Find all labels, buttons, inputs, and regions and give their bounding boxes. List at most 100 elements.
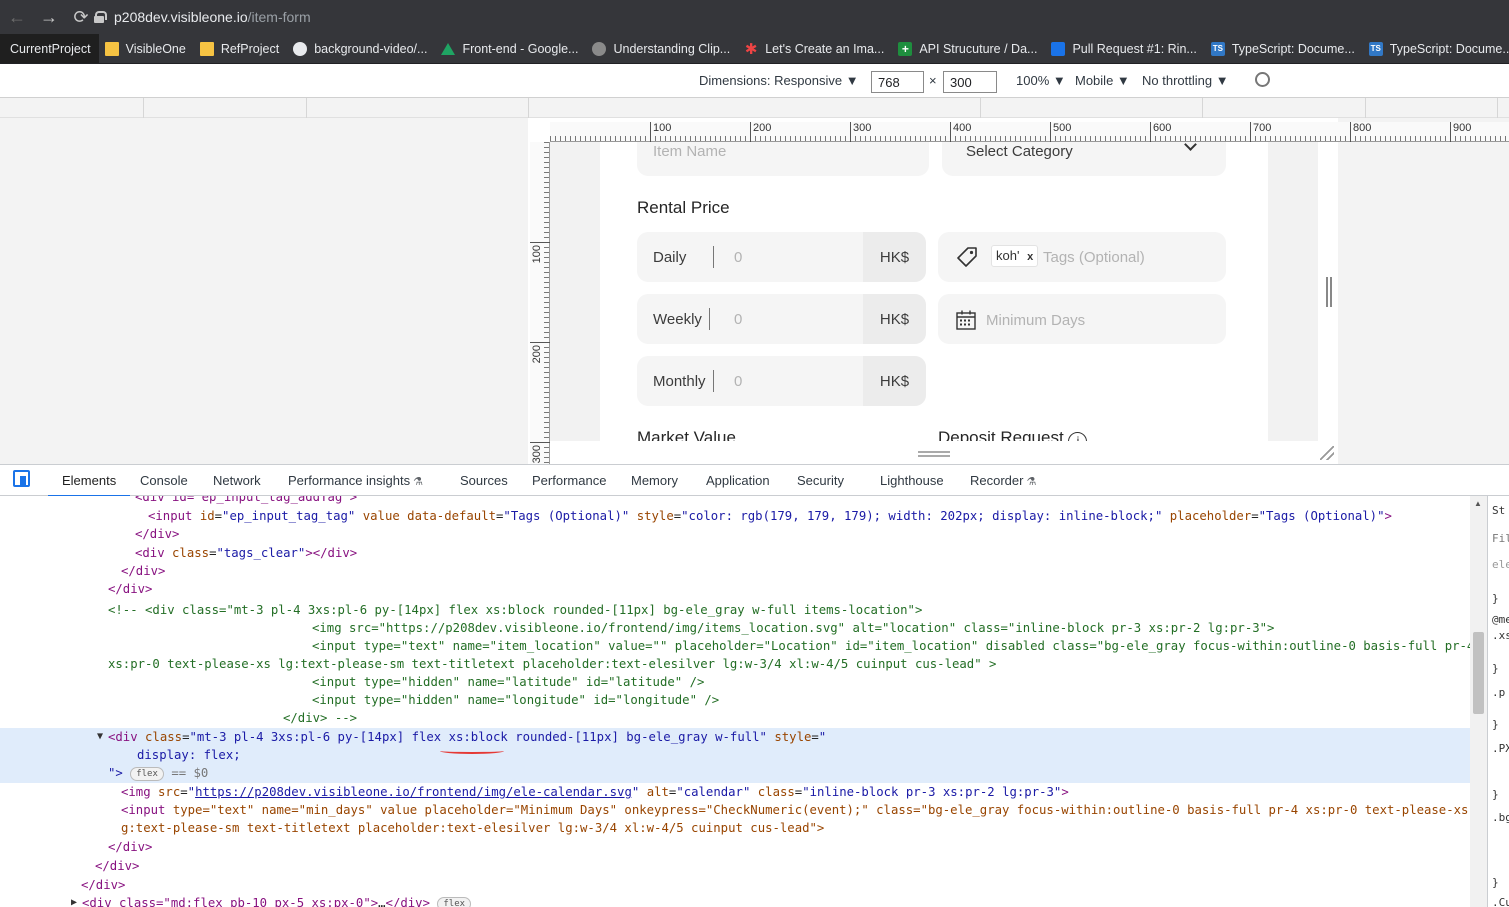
bookmark-item[interactable]: CurrentProject [0,34,99,63]
plus-icon: + [898,41,913,56]
daily-price-field[interactable]: Daily 0 HK$ [637,232,926,282]
tags-field[interactable]: koh' x Tags (Optional) [938,232,1226,282]
device-select[interactable]: Mobile ▼ [1075,73,1130,88]
bookmark-item[interactable]: + API Strucuture / Da... [892,34,1045,63]
throttling-select[interactable]: No throttling ▼ [1142,73,1229,88]
code-line[interactable]: <input id="ep_input_tag_tag" value data-… [148,507,1392,525]
code-comment[interactable]: <!-- <div class="mt-3 pl-4 3xs:pl-6 py-[… [108,601,922,619]
zoom-select[interactable]: 100% ▼ [1016,73,1066,88]
width-input[interactable]: 768 [871,71,924,93]
tab-elements[interactable]: Elements [47,473,131,497]
selected-code-line[interactable]: <div class="mt-3 pl-4 3xs:pl-6 py-[14px]… [108,728,826,746]
ruler-tick: 500 [1050,122,1071,142]
viewport-scrollbar[interactable] [1326,277,1332,307]
item-name-input[interactable]: Item Name [637,142,929,176]
resize-handle-bottom[interactable] [918,451,950,457]
daily-price-input[interactable]: 0 [734,249,742,266]
minimum-days-input[interactable]: Minimum Days [986,312,1085,329]
code-line[interactable]: <div class="md:flex pb-10 px-5 xs:px-0">… [82,894,472,907]
tab-console[interactable]: Console [140,473,188,488]
code-comment[interactable]: <input type="hidden" name="longitude" id… [312,691,719,709]
media-segment[interactable] [528,98,529,118]
chevron-down-icon [1184,142,1197,151]
monthly-price-input[interactable]: 0 [734,373,742,390]
elements-tree: <div id="ep_input_tag_addTag"> <input id… [0,496,1470,907]
code-line[interactable]: </div> [135,525,179,543]
expand-triangle-icon[interactable]: ▶ [71,894,77,907]
tag-chip[interactable]: koh' x [991,245,1039,267]
image-src-link[interactable]: https://p208dev.visibleone.io/frontend/i… [195,785,632,799]
info-icon[interactable]: i [1068,432,1088,441]
bookmark-item[interactable]: TS TypeScript: Docume... [1363,34,1509,63]
url-field[interactable]: p208dev.visibleone.io/item-form [88,4,1509,30]
media-segment[interactable] [306,98,307,118]
rotate-icon[interactable] [1255,72,1270,87]
bookmark-item[interactable]: background-video/... [287,34,435,63]
code-line[interactable]: </div> [108,580,152,598]
tab-sources[interactable]: Sources [460,473,508,488]
code-comment[interactable]: <input type="text" name="item_location" … [312,637,1470,655]
media-segment[interactable] [1365,98,1366,118]
market-value-heading: Market Value [637,428,736,441]
scrollbar-thumb[interactable] [1473,632,1484,714]
code-line[interactable]: </div> [81,876,125,894]
elements-scrollbar[interactable]: ▲ [1470,496,1487,907]
code-comment[interactable]: </div> --> [283,709,357,727]
code-line[interactable]: </div> [108,838,152,856]
code-line[interactable]: <input type="text" name="min_days" value… [121,801,1470,819]
code-line[interactable]: </div> [121,562,165,580]
media-segment[interactable] [143,98,144,118]
ruler-tick: 700 [1250,122,1271,142]
weekly-price-input[interactable]: 0 [734,311,742,328]
ts-icon: TS [1368,41,1383,56]
device-toggle-icon[interactable] [13,470,30,487]
remove-tag-icon[interactable]: x [1027,251,1033,263]
globe-icon [592,41,607,56]
scroll-up-icon[interactable]: ▲ [1474,499,1482,508]
bookmark-item[interactable]: TS TypeScript: Docume... [1205,34,1363,63]
code-line[interactable]: </div> [95,857,139,875]
tab-recorder[interactable]: Recorder ⚗ [970,473,1036,488]
code-line[interactable]: <div class="tags_clear"></div> [135,544,357,562]
code-line[interactable]: g:text-please-sm text-titletext placehol… [121,819,824,837]
resize-handle-corner[interactable] [1320,446,1334,460]
forward-arrow-icon[interactable]: → [36,4,62,30]
flex-badge[interactable]: flex [130,767,164,781]
selected-code-line[interactable]: display: flex; [137,746,241,764]
media-segment[interactable] [1497,98,1498,118]
tab-performance-insights[interactable]: Performance insights ⚗ [288,473,423,488]
bookmark-item[interactable]: VisibleOne [99,34,194,63]
height-input[interactable]: 300 [943,71,997,93]
bookmarks-bar: CurrentProject VisibleOne RefProject bac… [0,34,1509,64]
tab-memory[interactable]: Memory [631,473,678,488]
flex-badge[interactable]: flex [437,897,472,907]
selected-code-line[interactable]: "> flex == $0 [108,764,208,782]
back-arrow-icon[interactable]: ← [4,4,30,30]
bookmark-item[interactable]: RefProject [194,34,287,63]
tab-lighthouse[interactable]: Lighthouse [880,473,944,488]
tab-security[interactable]: Security [797,473,844,488]
tab-network[interactable]: Network [213,473,261,488]
weekly-price-field[interactable]: Weekly 0 HK$ [637,294,926,344]
dimensions-select[interactable]: Dimensions: Responsive ▼ [699,73,859,88]
code-line[interactable]: <div id="ep_input_tag_addTag"> [135,496,357,506]
category-select[interactable]: Select Category [942,142,1226,176]
bookmark-item[interactable]: ✱ Let's Create an Ima... [738,34,892,63]
tags-input[interactable]: Tags (Optional) [1043,249,1145,266]
code-comment[interactable]: <img src="https://p208dev.visibleone.io/… [312,619,1274,637]
tab-application[interactable]: Application [706,473,770,488]
media-segment[interactable] [1202,98,1203,118]
expand-triangle-icon[interactable]: ▼ [97,728,103,746]
media-segment[interactable] [980,98,981,118]
monthly-price-field[interactable]: Monthly 0 HK$ [637,356,926,406]
item-form-card: Item Name Select Category Rental Price D… [600,142,1268,441]
asterisk-icon: ✱ [744,40,758,58]
code-comment[interactable]: <input type="hidden" name="latitude" id=… [312,673,704,691]
code-comment[interactable]: xs:pr-0 text-please-xs lg:text-please-sm… [108,655,996,673]
bookmark-item[interactable]: Pull Request #1: Rin... [1045,34,1204,63]
minimum-days-field[interactable]: Minimum Days [938,294,1226,344]
tab-performance[interactable]: Performance [532,473,606,488]
bookmark-item[interactable]: Understanding Clip... [586,34,738,63]
bookmark-item[interactable]: Front-end - Google... [435,34,586,63]
code-line[interactable]: <img src="https://p208dev.visibleone.io/… [121,783,1069,801]
